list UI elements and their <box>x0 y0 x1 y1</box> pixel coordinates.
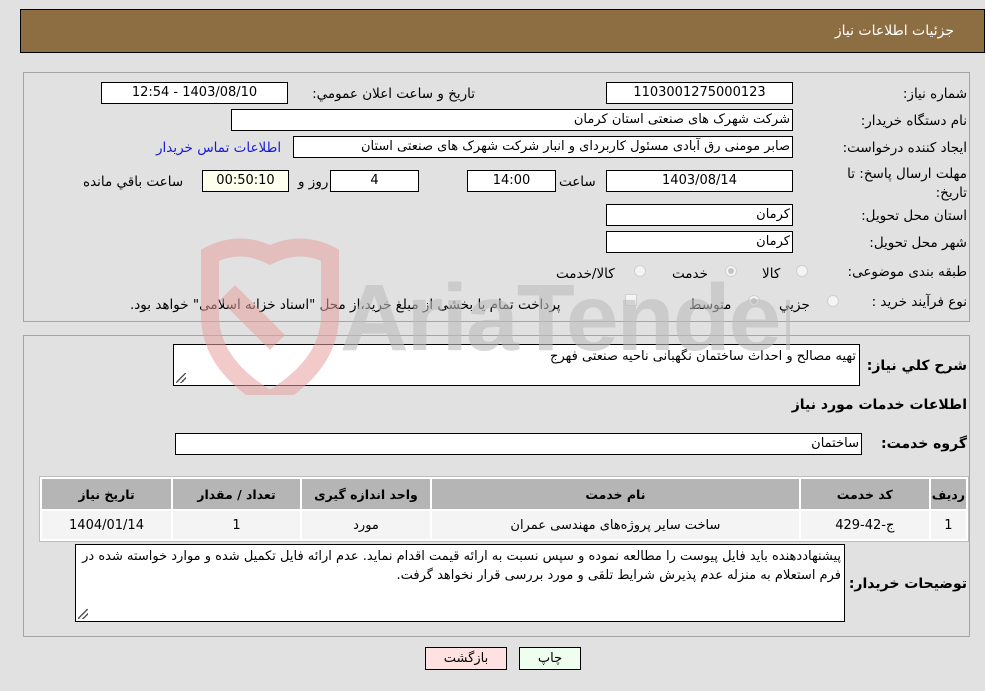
col-quantity: تعداد / مقدار <box>173 479 300 509</box>
back-button[interactable]: بازگشت <box>425 647 507 670</box>
category-option-goods: کالا <box>762 266 781 282</box>
cell-need-date: 1404/01/14 <box>42 511 171 539</box>
purchase-radio-minor[interactable] <box>827 295 839 307</box>
time-remaining-label: ساعت باقي مانده <box>83 174 184 190</box>
cell-service-name: ساخت سایر پروژه‌های مهندسی عمران <box>432 511 799 539</box>
category-radio-service[interactable] <box>725 265 737 277</box>
services-table: ردیف کد خدمت نام خدمت واحد اندازه گیری ت… <box>39 476 969 542</box>
buyer-notes-textarea[interactable]: پیشنهاددهنده باید فایل پیوست را مطالعه ن… <box>75 544 845 622</box>
category-radio-goods-service[interactable] <box>634 265 646 277</box>
summary-text: تهیه مصالح و احداث ساختمان نگهبانی ناحیه… <box>550 349 856 364</box>
deadline-time-field: 14:00 <box>467 170 556 192</box>
page-title: جزئیات اطلاعات نیاز <box>834 23 954 39</box>
purchase-radio-medium[interactable] <box>748 295 760 307</box>
time-remaining-field: 00:50:10 <box>202 170 289 192</box>
treasury-note: پرداخت تمام یا بخشی از مبلغ خرید،از محل … <box>130 297 561 313</box>
summary-textarea[interactable]: تهیه مصالح و احداث ساختمان نگهبانی ناحیه… <box>173 344 860 386</box>
services-heading: اطلاعات خدمات مورد نیاز <box>791 397 967 413</box>
buyer-org-field: شرکت شهرک های صنعتی استان کرمان <box>231 109 793 131</box>
treasury-checkbox[interactable] <box>625 294 637 306</box>
col-service-code: کد خدمت <box>800 479 929 509</box>
table-header-row: ردیف کد خدمت نام خدمت واحد اندازه گیری ت… <box>42 479 966 509</box>
deadline-time-label: ساعت <box>559 174 596 190</box>
requester-label: ایجاد کننده درخواست: <box>842 140 967 156</box>
category-option-service: خدمت <box>672 266 708 282</box>
col-row-number: ردیف <box>930 479 966 509</box>
col-need-date: تاریخ نیاز <box>42 479 171 509</box>
service-group-label: گروه خدمت: <box>881 436 967 452</box>
col-service-name: نام خدمت <box>432 479 799 509</box>
resize-grip-icon[interactable] <box>176 373 186 383</box>
requester-field: صابر مومنی رق آبادی مسئول کاربردای و انب… <box>293 136 793 158</box>
deadline-label: مهلت ارسال پاسخ: تا تاریخ: <box>847 166 967 201</box>
resize-grip-icon[interactable] <box>78 609 88 619</box>
city-field: کرمان <box>606 231 793 253</box>
deadline-date-field: 1403/08/14 <box>606 170 793 192</box>
purchase-type-label: نوع فرآیند خرید : <box>871 294 967 310</box>
buyer-org-label: نام دستگاه خریدار: <box>860 113 967 129</box>
announce-datetime-label: تاریخ و ساعت اعلان عمومي: <box>312 86 475 102</box>
print-button[interactable]: چاپ <box>519 647 581 670</box>
cell-unit: مورد <box>302 511 430 539</box>
cell-service-code: ج-42-429 <box>800 511 929 539</box>
announce-datetime-field: 1403/08/10 - 12:54 <box>101 82 288 104</box>
category-label: طبقه بندی موضوعی: <box>847 264 967 280</box>
buyer-notes-label: توضیحات خریدار: <box>848 576 967 592</box>
service-group-field: ساختمان <box>175 433 862 455</box>
buyer-notes-text: پیشنهاددهنده باید فایل پیوست را مطالعه ن… <box>82 549 841 583</box>
province-label: استان محل تحویل: <box>861 208 967 224</box>
cell-row-number: 1 <box>930 511 966 539</box>
category-option-goods-service: کالا/خدمت <box>556 266 615 282</box>
col-unit: واحد اندازه گیری <box>302 479 430 509</box>
days-label: روز و <box>298 174 329 190</box>
buyer-contact-link[interactable]: اطلاعات تماس خریدار <box>156 140 281 156</box>
purchase-option-minor: جزیي <box>779 297 810 313</box>
table-row: 1 ج-42-429 ساخت سایر پروژه‌های مهندسی عم… <box>42 511 966 539</box>
province-field: کرمان <box>606 204 793 226</box>
cell-quantity: 1 <box>173 511 300 539</box>
city-label: شهر محل تحویل: <box>869 235 967 251</box>
summary-label: شرح کلي نیاز: <box>866 358 967 374</box>
category-radio-goods[interactable] <box>796 265 808 277</box>
need-number-label: شماره نیاز: <box>902 86 967 102</box>
purchase-option-medium: متوسط <box>689 297 732 313</box>
days-remaining-field: 4 <box>330 170 419 192</box>
page-header: جزئیات اطلاعات نیاز <box>20 9 985 53</box>
need-number-field: 1103001275000123 <box>606 82 793 104</box>
